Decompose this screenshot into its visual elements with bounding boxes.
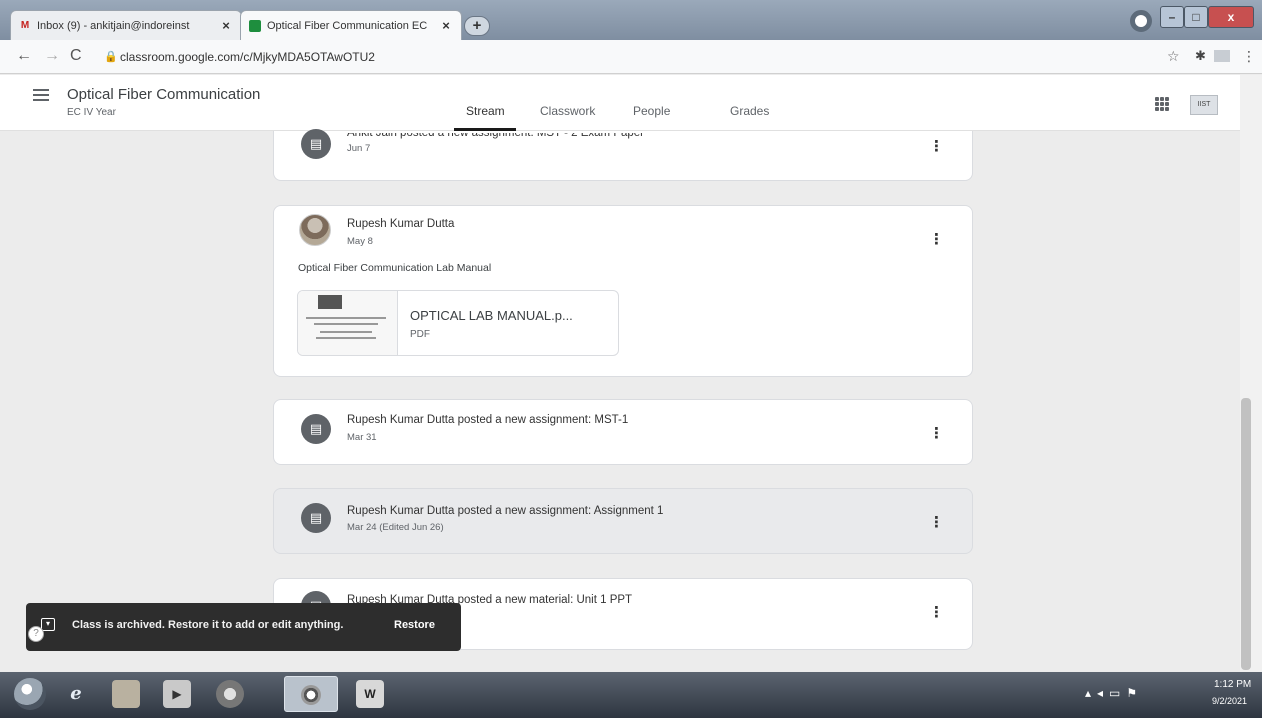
- attachment-type: PDF: [410, 329, 430, 340]
- word-icon[interactable]: W: [356, 680, 384, 708]
- back-arrow-icon[interactable]: ←: [16, 47, 32, 65]
- avatar: [299, 214, 331, 246]
- menu-icon[interactable]: [33, 89, 49, 101]
- post-body: Optical Fiber Communication Lab Manual: [298, 262, 492, 274]
- clock-date[interactable]: 9/2/2021: [1212, 696, 1247, 706]
- media-player-icon[interactable]: ▶: [163, 680, 191, 708]
- more-vert-icon[interactable]: ⋮: [929, 515, 944, 530]
- stream-post-card[interactable]: ▤ Rupesh Kumar Dutta posted a new assign…: [273, 488, 973, 554]
- attachment-card[interactable]: OPTICAL LAB MANUAL.p... PDF: [297, 290, 619, 356]
- tab-title: Inbox (9) - ankitjain@indoreinst: [37, 19, 190, 32]
- more-vert-icon[interactable]: ⋮: [1242, 48, 1256, 65]
- tab-title: Optical Fiber Communication EC: [267, 19, 428, 32]
- pdf-thumbnail: [298, 291, 398, 355]
- help-icon[interactable]: ?: [28, 626, 44, 642]
- url-field[interactable]: classroom.google.com/c/MjkyMDA5OTAwOTU2: [120, 50, 375, 64]
- course-subtitle: EC IV Year: [67, 107, 116, 118]
- assignment-icon: ▤: [301, 414, 331, 444]
- scrollbar-thumb[interactable]: [1241, 398, 1251, 670]
- course-title[interactable]: Optical Fiber Communication: [67, 86, 260, 103]
- extension-icon[interactable]: [1214, 50, 1230, 62]
- post-date: Jun 7: [347, 143, 371, 154]
- tab-stream[interactable]: Stream: [466, 104, 505, 118]
- browser-tab-classroom[interactable]: Optical Fiber Communication EC ×: [240, 10, 462, 40]
- address-bar: ← → C 🔒 classroom.google.com/c/MjkyMDA5O…: [0, 40, 1262, 74]
- minimize-button[interactable]: –: [1160, 6, 1184, 28]
- forward-arrow-icon[interactable]: →: [44, 47, 60, 65]
- attachment-name: OPTICAL LAB MANUAL.p...: [410, 308, 573, 323]
- assignment-icon: ▤: [301, 129, 331, 159]
- browser-tab-inbox[interactable]: M Inbox (9) - ankitjain@indoreinst ×: [10, 10, 242, 40]
- classroom-header: Optical Fiber Communication EC IV Year S…: [0, 75, 1240, 131]
- profile-icon[interactable]: [1130, 10, 1152, 32]
- assignment-icon: ▤: [301, 503, 331, 533]
- post-date: Mar 31: [347, 432, 377, 443]
- windows-taskbar: e ▶ W ▴◂▭⚑ 1:12 PM 9/2/2021: [0, 672, 1262, 718]
- clock-time[interactable]: 1:12 PM: [1214, 679, 1251, 690]
- post-title: Rupesh Kumar Dutta posted a new assignme…: [347, 414, 629, 426]
- post-date: May 8: [347, 236, 373, 247]
- new-tab-button[interactable]: +: [464, 16, 490, 36]
- archived-snackbar: ▾ Class is archived. Restore it to add o…: [26, 603, 461, 651]
- restore-button[interactable]: Restore: [394, 619, 435, 631]
- stream-post-card[interactable]: ▤ Ankit Jain posted a new assignment: MS…: [273, 129, 973, 181]
- start-button-icon[interactable]: [14, 678, 46, 710]
- reload-icon[interactable]: C: [70, 47, 82, 65]
- window-close-button[interactable]: x: [1208, 6, 1254, 28]
- tab-classwork[interactable]: Classwork: [540, 104, 595, 118]
- extensions-icon[interactable]: ✱: [1195, 48, 1206, 64]
- more-vert-icon[interactable]: ⋮: [929, 605, 944, 620]
- archive-icon: ▾: [41, 618, 55, 631]
- chrome-taskbar-icon[interactable]: [284, 676, 338, 712]
- firefox-icon[interactable]: [216, 680, 244, 708]
- more-vert-icon[interactable]: ⋮: [929, 426, 944, 441]
- snackbar-message: Class is archived. Restore it to add or …: [72, 619, 344, 631]
- stream-post-card[interactable]: ▤ Rupesh Kumar Dutta posted a new assign…: [273, 399, 973, 465]
- announcement-card[interactable]: Rupesh Kumar Dutta May 8 ⋮ Optical Fiber…: [273, 205, 973, 377]
- classroom-icon: [249, 19, 261, 32]
- account-logo-icon[interactable]: IIST: [1190, 95, 1218, 115]
- maximize-button[interactable]: □: [1184, 6, 1208, 28]
- lock-icon[interactable]: 🔒: [104, 50, 118, 63]
- browser-tabstrip: M Inbox (9) - ankitjain@indoreinst × Opt…: [0, 0, 1262, 40]
- post-author: Rupesh Kumar Dutta: [347, 218, 455, 230]
- more-vert-icon[interactable]: ⋮: [929, 232, 944, 247]
- tab-grades[interactable]: Grades: [730, 104, 769, 118]
- gmail-icon: M: [20, 19, 30, 31]
- internet-explorer-icon[interactable]: e: [62, 680, 90, 708]
- file-explorer-icon[interactable]: [112, 680, 140, 708]
- post-title: Rupesh Kumar Dutta posted a new assignme…: [347, 505, 664, 517]
- tab-close-icon[interactable]: ×: [439, 18, 453, 33]
- system-tray-icons[interactable]: ▴◂▭⚑: [1085, 686, 1143, 700]
- tab-people[interactable]: People: [633, 104, 670, 118]
- google-apps-icon[interactable]: [1155, 97, 1169, 111]
- more-vert-icon[interactable]: ⋮: [929, 139, 944, 154]
- post-date: Mar 24 (Edited Jun 26): [347, 522, 444, 533]
- bookmark-star-icon[interactable]: ☆: [1167, 48, 1180, 65]
- tab-close-icon[interactable]: ×: [219, 18, 233, 33]
